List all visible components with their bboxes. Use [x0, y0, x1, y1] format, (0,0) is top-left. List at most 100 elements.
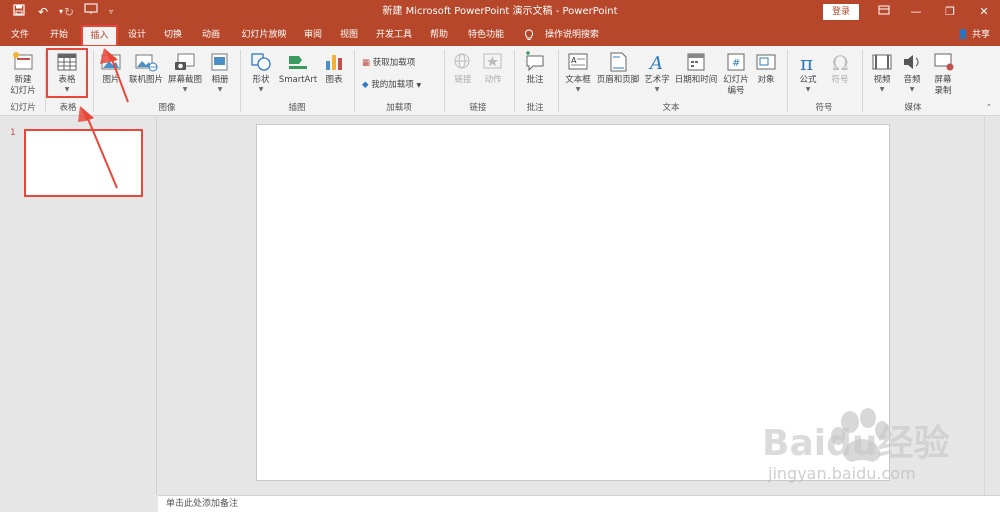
camera-icon [175, 53, 195, 70]
svg-text:A: A [648, 53, 663, 74]
header-footer-button[interactable]: 页眉和页脚 [595, 49, 641, 86]
slide-number-icon: # [727, 53, 745, 71]
shapes-icon [251, 53, 271, 71]
svg-text:A: A [571, 56, 577, 65]
screen-recording-button[interactable]: 屏幕 录制 [928, 49, 958, 97]
tab-developer[interactable]: 开发工具 [370, 24, 418, 46]
tab-transitions[interactable]: 切换 [158, 24, 188, 46]
photo-album-icon [211, 53, 228, 71]
chevron-down-icon: ▼ [879, 86, 885, 93]
minimize-icon[interactable]: — [898, 0, 934, 24]
undo-icon[interactable]: ↶ [34, 3, 52, 21]
group-label-addins: 加载项 [386, 103, 412, 113]
screenshot-button[interactable]: 屏幕截图 ▼ [166, 49, 204, 93]
slide-number-button[interactable]: # 幻灯片 编号 [720, 49, 752, 97]
chevron-down-icon: ▼ [258, 86, 264, 93]
equation-button[interactable]: π 公式 ▼ [794, 49, 822, 93]
tab-slideshow[interactable]: 幻灯片放映 [234, 24, 294, 46]
header-footer-icon [610, 52, 627, 72]
tab-view[interactable]: 视图 [334, 24, 364, 46]
video-label: 视频 [873, 75, 891, 85]
slide-thumbnail[interactable] [24, 129, 143, 197]
close-icon[interactable]: ✕ [966, 0, 1000, 24]
slide-canvas[interactable] [256, 124, 890, 481]
comment-button[interactable]: 批注 [520, 49, 550, 86]
tell-me-search[interactable]: 操作说明搜索 [540, 24, 604, 46]
separator [862, 50, 863, 112]
date-time-button[interactable]: 日期和时间 [673, 49, 719, 86]
tab-animations[interactable]: 动画 [196, 24, 226, 46]
audio-label: 音频 [903, 75, 921, 85]
screen-recording-icon [934, 53, 954, 71]
new-slide-icon [13, 52, 33, 70]
new-slide-label-2: 幻灯片 [10, 86, 36, 96]
shapes-button[interactable]: 形状 ▼ [246, 49, 276, 93]
tab-featured[interactable]: 特色功能 [460, 24, 512, 46]
symbol-button[interactable]: Ω 符号 [826, 49, 854, 86]
audio-button[interactable]: 音频 ▼ [898, 49, 926, 93]
date-time-label: 日期和时间 [674, 75, 718, 85]
customize-toolbar-icon[interactable]: ▿ [102, 3, 120, 21]
chevron-down-icon: ▼ [575, 86, 581, 93]
new-slide-button[interactable]: 新建 幻灯片 [4, 49, 42, 97]
screen-recording-label-2: 录制 [934, 86, 952, 96]
separator [444, 50, 445, 112]
tab-home[interactable]: 开始 [44, 24, 74, 46]
tab-file[interactable]: 文件 [6, 24, 34, 46]
ribbon-tabs: 文件 开始 插入 设计 切换 动画 幻灯片放映 审阅 视图 开发工具 帮助 特色… [0, 24, 1000, 47]
video-icon [872, 54, 892, 70]
new-slide-label-1: 新建 [14, 75, 32, 85]
textbox-button[interactable]: A 文本框 ▼ [562, 49, 594, 93]
wordart-label: 艺术字 [644, 75, 670, 85]
screen-recording-label-1: 屏幕 [934, 75, 952, 85]
pi-icon: π [800, 51, 813, 75]
online-picture-label: 联机图片 [128, 75, 163, 85]
save-icon[interactable] [10, 3, 28, 21]
group-label-slides: 幻灯片 [10, 103, 36, 113]
login-button[interactable]: 登录 [823, 4, 859, 20]
redo-icon[interactable]: ↻ [60, 3, 78, 21]
online-picture-button[interactable]: 联机图片 [126, 49, 166, 86]
chevron-down-icon: ▼ [217, 86, 223, 93]
collapse-ribbon-icon[interactable]: ⌃ [986, 100, 992, 114]
calendar-icon [687, 53, 705, 71]
picture-button[interactable]: 图片 [98, 49, 124, 86]
picture-label: 图片 [102, 75, 120, 85]
restore-icon[interactable]: ❐ [932, 0, 968, 24]
link-label: 链接 [454, 75, 472, 85]
separator [787, 50, 788, 112]
object-label: 对象 [757, 75, 775, 85]
notes-pane[interactable]: 单击此处添加备注 [158, 495, 1000, 512]
slide-editing-area [158, 117, 1000, 495]
group-label-links: 链接 [469, 103, 487, 113]
object-icon [756, 54, 776, 70]
share-button[interactable]: 👤 共享 [958, 24, 990, 46]
smartart-label: SmartArt [278, 75, 318, 85]
shapes-label: 形状 [252, 75, 270, 85]
album-button[interactable]: 相册 ▼ [206, 49, 234, 93]
group-label-images: 图像 [158, 103, 176, 113]
slideshow-from-start-icon[interactable] [82, 3, 100, 21]
separator [93, 50, 94, 112]
link-button[interactable]: 链接 [450, 49, 476, 86]
table-button[interactable]: 表格 ▼ [48, 49, 86, 93]
separator [514, 50, 515, 112]
group-label-symbols: 符号 [815, 103, 833, 113]
video-button[interactable]: 视频 ▼ [868, 49, 896, 93]
object-button[interactable]: 对象 [753, 49, 779, 86]
chevron-down-icon: ▼ [182, 86, 188, 93]
tab-help[interactable]: 帮助 [424, 24, 454, 46]
chevron-down-icon: ▼ [909, 86, 915, 93]
tab-review[interactable]: 审阅 [298, 24, 328, 46]
vertical-scrollbar[interactable] [984, 117, 1000, 495]
smartart-button[interactable]: SmartArt [278, 49, 318, 86]
svg-text:Ω: Ω [832, 51, 849, 75]
action-button[interactable]: 动作 [480, 49, 506, 86]
tab-insert[interactable]: 插入 [81, 25, 118, 47]
my-addins-button[interactable]: ◆ 我的加载项 ▼ [362, 78, 421, 92]
wordart-button[interactable]: A 艺术字 ▼ [642, 49, 672, 93]
get-addins-button[interactable]: ▦ 获取加载项 [362, 56, 415, 70]
tab-design[interactable]: 设计 [122, 24, 152, 46]
ribbon-display-options-icon[interactable] [866, 0, 902, 24]
chart-button[interactable]: 图表 [320, 49, 348, 86]
